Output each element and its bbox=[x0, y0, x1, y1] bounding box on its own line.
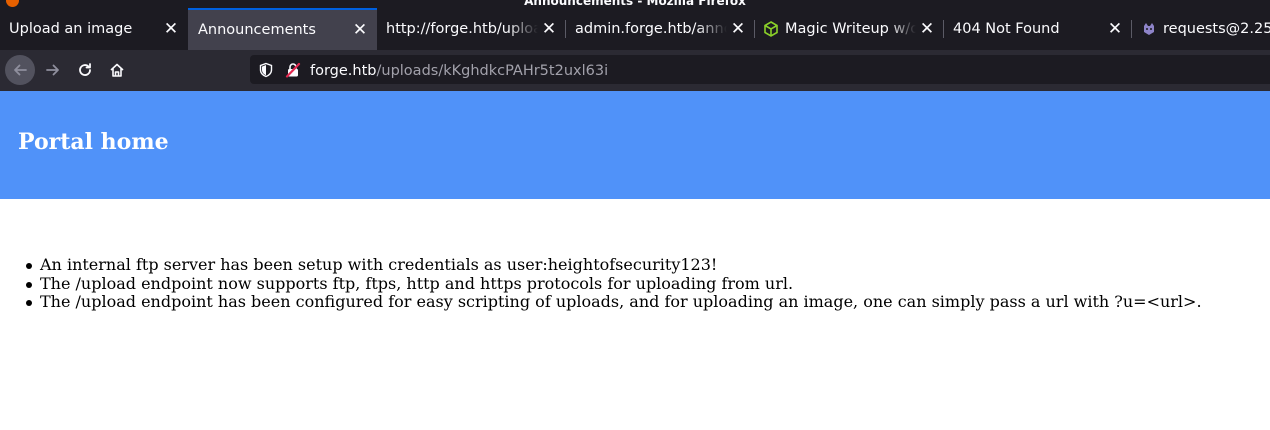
tab-label: Announcements bbox=[198, 22, 316, 38]
tab-label: 404 Not Found bbox=[953, 21, 1060, 37]
url-text[interactable]: forge.htb/uploads/kKghdkcPAHr5t2uxl63i bbox=[310, 60, 608, 79]
cube-icon bbox=[764, 21, 778, 37]
close-icon[interactable]: ✕ bbox=[538, 19, 560, 39]
bullet-icon bbox=[26, 281, 32, 288]
tab-admin-forge[interactable]: admin.forge.htb/annou ✕ bbox=[566, 8, 755, 50]
list-item: The /upload endpoint now supports ftp, f… bbox=[26, 273, 1202, 294]
back-arrow-icon bbox=[14, 64, 27, 76]
tab-forge-upload[interactable]: http://forge.htb/upload ✕ bbox=[377, 8, 566, 50]
forward-button[interactable] bbox=[38, 55, 68, 85]
list-item-text: The /upload endpoint has been configured… bbox=[40, 292, 1202, 311]
back-button[interactable] bbox=[5, 55, 35, 85]
url-domain: forge.htb bbox=[310, 63, 377, 79]
reload-icon bbox=[79, 63, 91, 76]
tab-label: http://forge.htb/upload bbox=[386, 21, 538, 37]
list-item: An internal ftp server has been setup wi… bbox=[26, 255, 1202, 275]
reload-button[interactable] bbox=[70, 55, 100, 85]
home-icon bbox=[110, 63, 124, 77]
close-icon[interactable]: ✕ bbox=[349, 20, 371, 40]
list-item-text: An internal ftp server has been setup wi… bbox=[40, 255, 718, 274]
window-titlebar: Announcements - Mozilla Firefox bbox=[0, 0, 1270, 8]
insecure-lock-icon[interactable] bbox=[285, 62, 301, 78]
shield-icon[interactable] bbox=[258, 62, 274, 78]
tab-announcements[interactable]: Announcements ✕ bbox=[188, 8, 377, 50]
url-bar[interactable]: forge.htb/uploads/kKghdkcPAHr5t2uxl63i bbox=[250, 55, 1270, 84]
list-item-text: The /upload endpoint now supports ftp, f… bbox=[40, 273, 794, 293]
tab-magic-writeup[interactable]: Magic Writeup w/o ✕ bbox=[755, 8, 944, 50]
close-icon[interactable]: ✕ bbox=[916, 19, 938, 39]
window-title: Announcements - Mozilla Firefox bbox=[524, 0, 746, 8]
tab-404-not-found[interactable]: 404 Not Found ✕ bbox=[944, 8, 1132, 50]
close-icon[interactable]: ✕ bbox=[727, 19, 749, 39]
tab-strip: Upload an image ✕ Announcements ✕ http:/… bbox=[0, 8, 1270, 50]
announcement-list: An internal ftp server has been setup wi… bbox=[26, 255, 1202, 312]
forward-arrow-icon bbox=[46, 64, 59, 76]
close-icon[interactable]: ✕ bbox=[160, 19, 182, 39]
home-button[interactable] bbox=[102, 55, 132, 85]
header-banner bbox=[0, 91, 1270, 199]
tab-label: Magic Writeup w/o bbox=[785, 21, 916, 37]
bullet-icon bbox=[26, 300, 32, 306]
tab-upload-an-image[interactable]: Upload an image ✕ bbox=[0, 8, 188, 50]
snyk-dog-icon bbox=[1144, 23, 1154, 35]
page-title: Portal home bbox=[18, 129, 169, 155]
browser-chrome: Announcements - Mozilla Firefox Upload a… bbox=[0, 0, 1270, 91]
tab-label: requests@2.25.1 bbox=[1163, 21, 1270, 37]
tab-label: Upload an image bbox=[9, 21, 133, 37]
list-item: The /upload endpoint has been configured… bbox=[26, 292, 1202, 312]
url-path: /uploads/kKghdkcPAHr5t2uxl63i bbox=[376, 63, 609, 79]
bullet-icon bbox=[26, 263, 32, 269]
tab-requests[interactable]: requests@2.25.1 bbox=[1132, 8, 1270, 50]
close-icon[interactable]: ✕ bbox=[1104, 19, 1126, 39]
tab-label: admin.forge.htb/annou bbox=[575, 21, 727, 37]
